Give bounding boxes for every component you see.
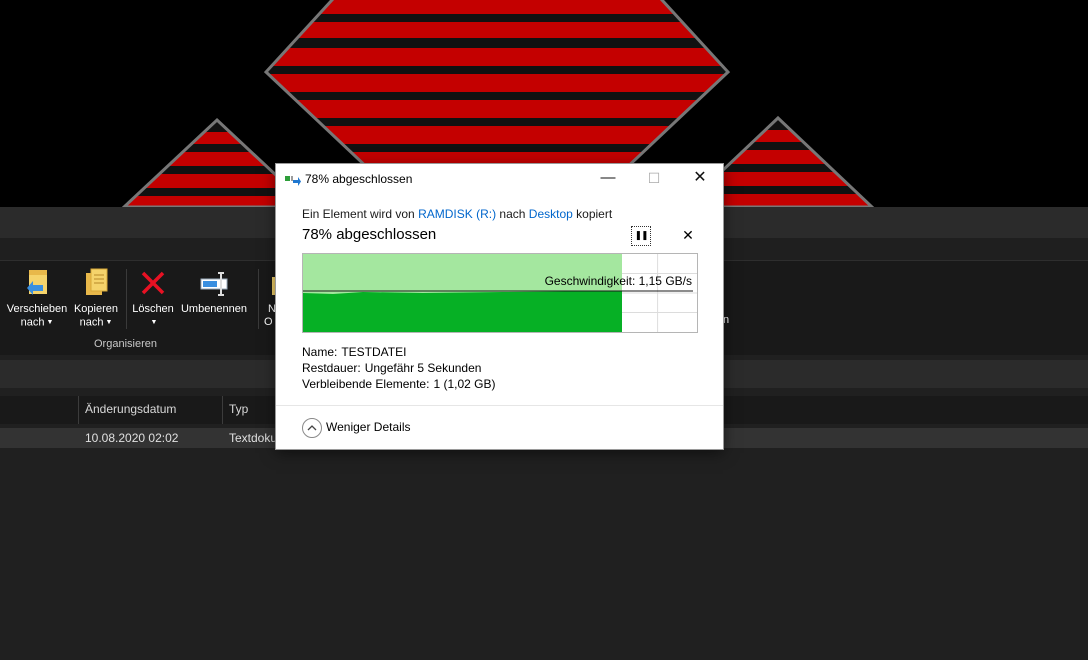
fewer-details-toggle[interactable]: Weniger Details: [326, 420, 410, 434]
dialog-divider: [276, 405, 723, 406]
remaining-label: Restdauer:: [302, 361, 361, 375]
new-folder-label-1: N: [268, 303, 276, 315]
ribbon-divider: [126, 269, 127, 329]
ribbon-divider: [258, 269, 259, 329]
desc-mid: nach: [499, 207, 526, 221]
detail-remaining-time: Restdauer: Ungefähr 5 Sekunden: [302, 360, 495, 376]
delete-button[interactable]: Löschen ▼: [130, 267, 176, 329]
ribbon-partial-label: n: [723, 314, 730, 326]
rename-button[interactable]: Umbenennen: [178, 267, 250, 316]
dialog-title: 78% abgeschlossen: [305, 172, 413, 186]
cancel-icon: ✕: [682, 227, 694, 243]
destination-link[interactable]: Desktop: [529, 207, 573, 221]
file-list-area: [0, 448, 1088, 660]
delete-label: Löschen: [132, 303, 174, 315]
name-label: Name:: [302, 345, 338, 359]
ribbon-group-label: Organisieren: [94, 338, 157, 350]
rename-icon: [198, 267, 230, 299]
rename-label: Umbenennen: [180, 303, 248, 315]
speed-graph-canvas: [303, 254, 697, 332]
move-to-label-1: Verschieben: [6, 303, 68, 315]
remaining-value: Ungefähr 5 Sekunden: [364, 361, 482, 375]
move-to-icon: [21, 267, 53, 299]
speed-value: 1,15 GB/s: [638, 274, 692, 288]
column-header-date[interactable]: Änderungsdatum: [78, 396, 223, 424]
speed-label: Geschwindigkeit:: [544, 274, 636, 288]
pause-icon: ❚❚: [634, 230, 648, 240]
cancel-button[interactable]: ✕: [680, 226, 696, 244]
copy-to-label-2: nach: [79, 316, 104, 329]
copy-details: Name: TESTDATEI Restdauer: Ungefähr 5 Seku…: [302, 344, 495, 392]
name-value: TESTDATEI: [341, 345, 407, 359]
close-button[interactable]: ✕: [677, 164, 723, 194]
pause-button[interactable]: ❚❚: [631, 226, 651, 246]
speed-graph: Geschwindigkeit: 1,15 GB/s: [302, 253, 698, 333]
items-value: 1 (1,02 GB): [433, 377, 496, 391]
chevron-down-icon: ▼: [105, 319, 113, 326]
minimize-button[interactable]: —: [585, 164, 631, 194]
new-folder-label-2: O: [264, 316, 273, 328]
row-type: Textdoku: [229, 431, 278, 445]
copy-to-button[interactable]: Kopieren nach ▼: [70, 267, 122, 329]
delete-icon: [137, 267, 169, 299]
chevron-down-icon: ▼: [46, 319, 54, 326]
move-to-label-2: nach: [20, 316, 45, 329]
copy-app-icon: [285, 173, 301, 186]
move-to-button[interactable]: Verschieben nach ▼: [4, 267, 70, 329]
progress-heading: 78% abgeschlossen: [302, 226, 437, 243]
speed-readout: Geschwindigkeit: 1,15 GB/s: [545, 274, 692, 288]
detail-remaining-items: Verbleibende Elemente: 1 (1,02 GB): [302, 376, 495, 392]
desc-prefix: Ein Element wird von: [302, 207, 415, 221]
source-link[interactable]: RAMDISK (R:): [418, 207, 496, 221]
desc-suffix: kopiert: [576, 207, 613, 221]
items-label: Verbleibende Elemente:: [302, 377, 430, 391]
copy-description: Ein Element wird von RAMDISK (R:) nach D…: [302, 207, 612, 221]
detail-name: Name: TESTDATEI: [302, 344, 495, 360]
copy-to-label-1: Kopieren: [73, 303, 119, 315]
dialog-title-bar: 78% abgeschlossen — ☐ ✕: [276, 164, 723, 194]
chevron-down-icon: ▼: [150, 319, 158, 326]
copy-to-icon: [80, 267, 112, 299]
copy-progress-dialog: 78% abgeschlossen — ☐ ✕ Ein Element wird…: [276, 164, 723, 449]
chevron-up-circle-icon[interactable]: [302, 418, 322, 438]
row-date: 10.08.2020 02:02: [85, 431, 179, 445]
maximize-button[interactable]: ☐: [631, 164, 677, 194]
graph-speed-area: [303, 291, 622, 332]
